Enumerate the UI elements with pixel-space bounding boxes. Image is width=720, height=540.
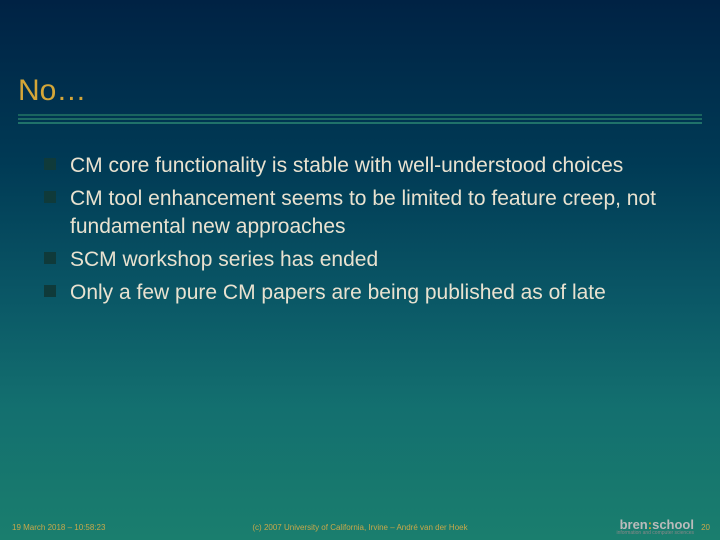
footer-timestamp: 19 March 2018 – 10:58:23 bbox=[12, 523, 105, 532]
footer: 19 March 2018 – 10:58:23 (c) 2007 Univer… bbox=[0, 514, 720, 540]
logo-sub: information and computer sciences bbox=[616, 531, 694, 536]
footer-logo: bren:school information and computer sci… bbox=[616, 518, 694, 536]
bullet-item: Only a few pure CM papers are being publ… bbox=[70, 279, 680, 306]
bullet-item: CM core functionality is stable with wel… bbox=[70, 152, 680, 179]
title-block: No… bbox=[0, 70, 720, 110]
bullet-item: SCM workshop series has ended bbox=[70, 246, 680, 273]
bullet-item: CM tool enhancement seems to be limited … bbox=[70, 185, 680, 240]
content-area: CM core functionality is stable with wel… bbox=[0, 126, 720, 306]
rule-line bbox=[18, 122, 702, 124]
slide-title: No… bbox=[18, 74, 702, 108]
top-spacer bbox=[0, 0, 720, 70]
rule-line bbox=[18, 118, 702, 120]
footer-copyright: (c) 2007 University of California, Irvin… bbox=[252, 523, 467, 532]
rule-line bbox=[18, 114, 702, 116]
title-underline bbox=[18, 114, 702, 124]
footer-slide-number: 20 bbox=[701, 523, 710, 532]
